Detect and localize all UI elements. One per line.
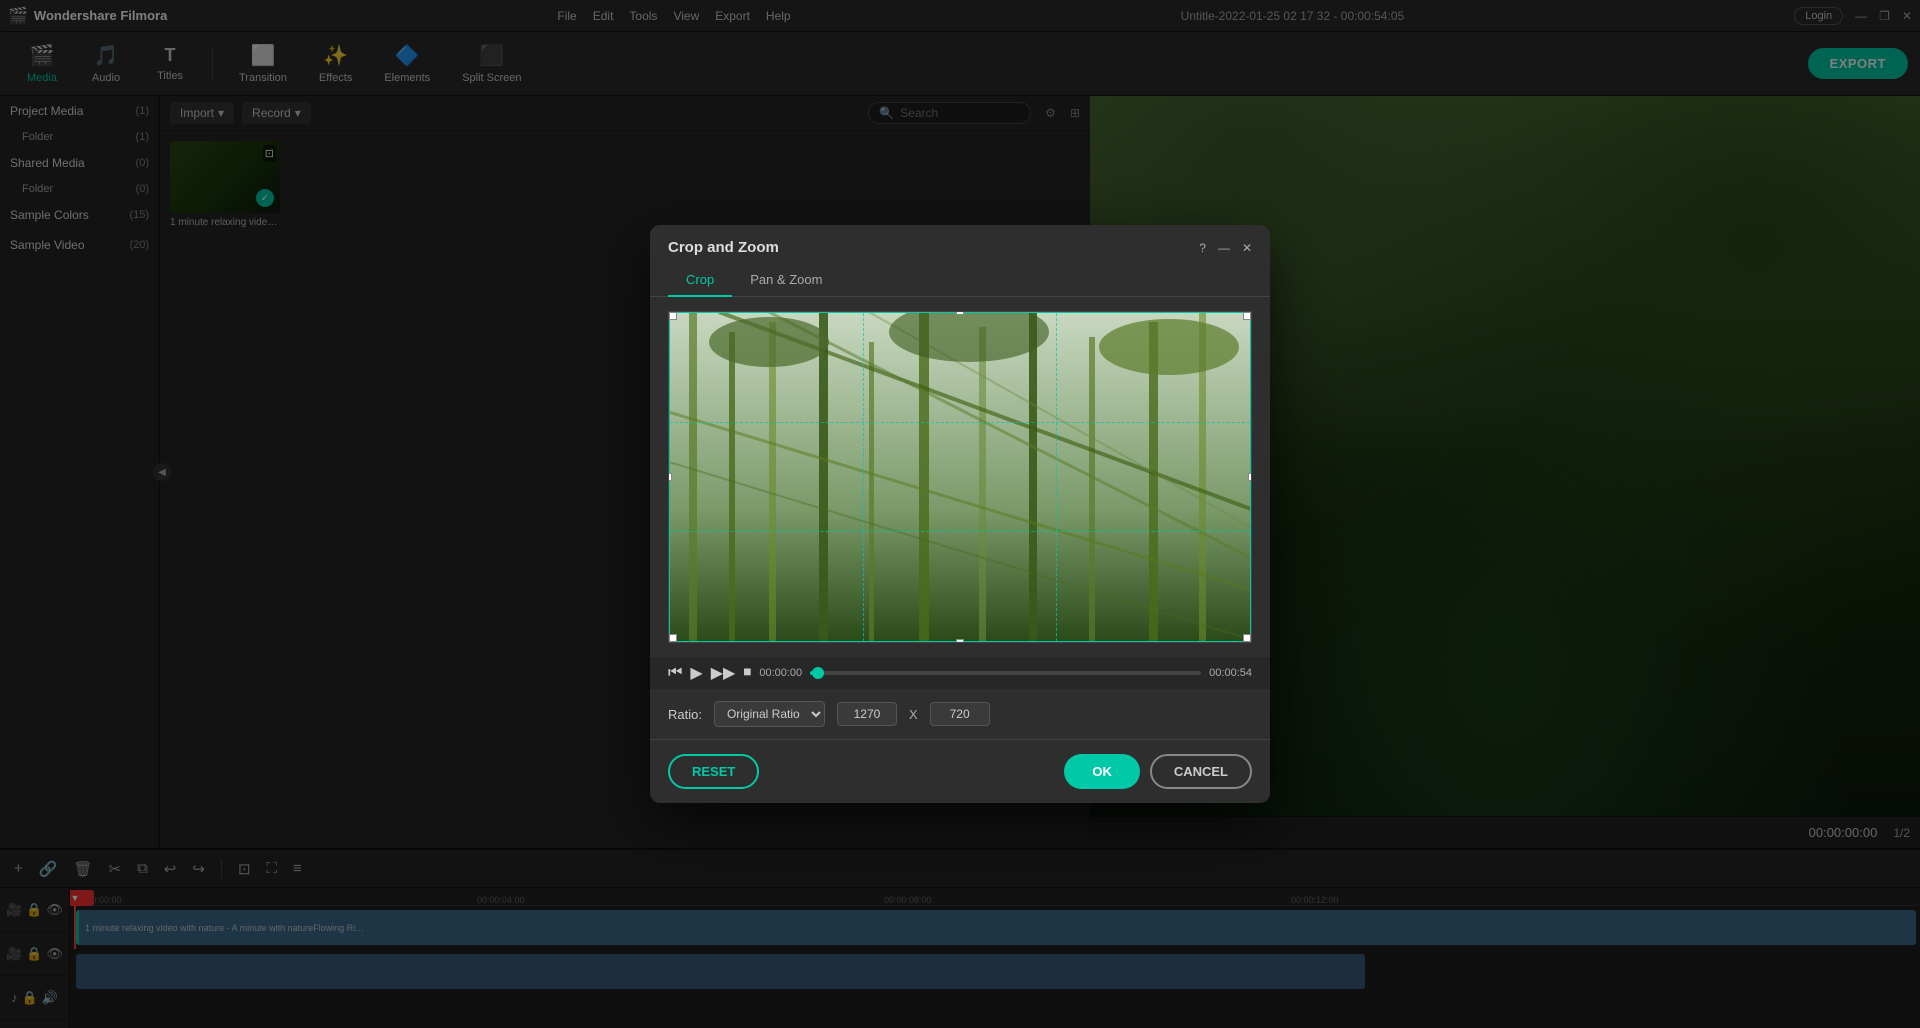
handle-side-bottom[interactable] bbox=[956, 639, 964, 643]
modal-close-icon[interactable]: ✕ bbox=[1242, 241, 1252, 255]
grid-line-h2 bbox=[670, 531, 1250, 532]
grid-line-h1 bbox=[670, 422, 1250, 423]
modal-playbar: ⏮ ▶ ▶▶ ⏹ 00:00:00 00:00:54 bbox=[650, 657, 1270, 689]
playback-start-time: 00:00:00 bbox=[759, 667, 802, 679]
tab-pan-zoom[interactable]: Pan & Zoom bbox=[732, 264, 840, 297]
modal-preview bbox=[668, 311, 1252, 643]
modal-ratio: Ratio: Original Ratio 16:9 4:3 1:1 9:16 … bbox=[650, 689, 1270, 739]
modal-actions: ? — ✕ bbox=[1199, 241, 1252, 255]
time-progress-bar[interactable] bbox=[810, 671, 1201, 675]
ratio-select[interactable]: Original Ratio 16:9 4:3 1:1 9:16 bbox=[714, 701, 825, 727]
tab-crop[interactable]: Crop bbox=[668, 264, 732, 297]
handle-corner-tr[interactable] bbox=[1243, 312, 1251, 320]
grid-line-v2 bbox=[1056, 313, 1057, 641]
crop-border bbox=[669, 312, 1251, 642]
handle-corner-bl[interactable] bbox=[669, 634, 677, 642]
modal-tabs: Crop Pan & Zoom bbox=[650, 256, 1270, 297]
reset-button[interactable]: RESET bbox=[668, 754, 759, 789]
handle-side-top[interactable] bbox=[956, 311, 964, 315]
handle-side-left[interactable] bbox=[668, 473, 672, 481]
ratio-x-separator: X bbox=[909, 707, 918, 722]
next-frame-button[interactable]: ▶▶ bbox=[711, 663, 736, 683]
stop-button[interactable]: ⏹ bbox=[743, 664, 751, 682]
modal-minimize-icon[interactable]: — bbox=[1218, 241, 1230, 255]
modal-action-buttons: OK CANCEL bbox=[1064, 754, 1252, 789]
prev-frame-button[interactable]: ⏮ bbox=[668, 664, 682, 682]
modal-overlay: Crop and Zoom ? — ✕ Crop Pan & Zoom bbox=[0, 0, 1920, 1028]
play-button[interactable]: ▶ bbox=[690, 663, 702, 683]
modal-preview-forest bbox=[669, 312, 1251, 642]
modal-help-icon[interactable]: ? bbox=[1199, 241, 1206, 255]
handle-side-right[interactable] bbox=[1248, 473, 1252, 481]
height-input[interactable] bbox=[930, 702, 990, 726]
handle-corner-tl[interactable] bbox=[669, 312, 677, 320]
width-input[interactable] bbox=[837, 702, 897, 726]
grid-line-v1 bbox=[863, 313, 864, 641]
modal-footer: RESET OK CANCEL bbox=[650, 739, 1270, 803]
modal-title: Crop and Zoom bbox=[668, 239, 779, 256]
time-progress-dot bbox=[812, 667, 824, 679]
playback-end-time: 00:00:54 bbox=[1209, 667, 1252, 679]
cancel-button[interactable]: CANCEL bbox=[1150, 754, 1252, 789]
modal-header: Crop and Zoom ? — ✕ bbox=[650, 225, 1270, 256]
handle-corner-br[interactable] bbox=[1243, 634, 1251, 642]
ok-button[interactable]: OK bbox=[1064, 754, 1140, 789]
crop-modal: Crop and Zoom ? — ✕ Crop Pan & Zoom bbox=[650, 225, 1270, 803]
ratio-label: Ratio: bbox=[668, 707, 702, 722]
